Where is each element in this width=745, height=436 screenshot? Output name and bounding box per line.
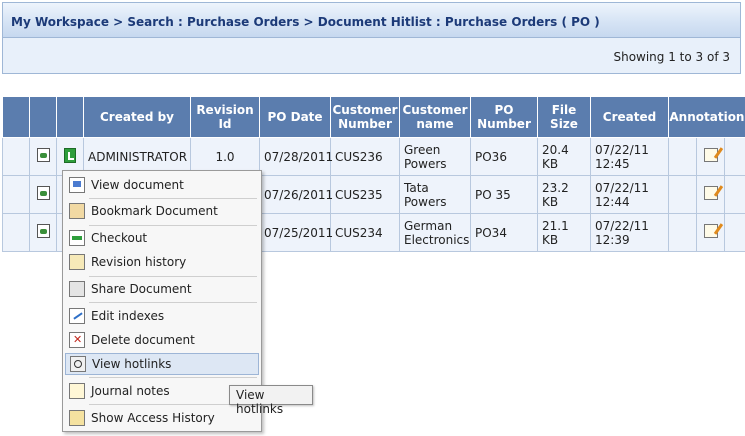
menu-item-share-document[interactable]: Share Document [65,278,259,300]
menu-item-checkout[interactable]: Checkout [65,227,259,249]
hotlinks-tooltip: View hotlinks [229,385,313,416]
menu-item-view-document[interactable]: View document [65,174,259,196]
menu-item-edit-indexes[interactable]: Edit indexes [65,305,259,327]
annotation-blank-cell [723,213,745,252]
share-icon [69,281,85,297]
menu-item-label: View hotlinks [92,357,172,371]
header-revision-id[interactable]: Revision Id [190,96,260,138]
hotlinks-icon [70,356,86,372]
cell-po-number: PO36 [470,137,538,176]
cell-created: 07/22/11 12:39 [590,213,669,252]
cell-po-number: PO34 [470,213,538,252]
menu-item-label: Share Document [91,282,192,296]
cell-customer-name: Green Powers [399,137,471,176]
cell-created: 07/22/11 12:44 [590,175,669,214]
cell-po-date: 07/28/2011 [259,137,333,176]
row-select-cell [2,175,30,214]
cell-po-number: PO 35 [470,175,538,214]
checkout-icon [69,230,85,246]
menu-separator [89,198,257,199]
header-blank-3 [56,96,84,138]
annotation-blank-cell [723,175,745,214]
revision-history-icon [69,254,85,270]
menu-item-label: Journal notes [91,384,170,398]
menu-item-label: Show Access History [91,411,215,425]
view-document-icon[interactable] [36,186,50,200]
cell-created: 07/22/11 12:45 [590,137,669,176]
header-created[interactable]: Created [590,96,669,138]
cell-customer-name: Tata Powers [399,175,471,214]
menu-item-label: Bookmark Document [91,204,218,218]
menu-separator [89,225,257,226]
header-po-date[interactable]: PO Date [259,96,331,138]
cell-file-size: 23.2 KB [537,175,591,214]
cell-customer-name: German Electronics [399,213,471,252]
row-select-cell [2,137,30,176]
annotation-blank-cell [668,175,697,214]
annotation-blank-cell [668,137,697,176]
menu-item-revision-history[interactable]: Revision history [65,251,259,273]
menu-item-label: Edit indexes [91,309,165,323]
annotation-cell[interactable] [696,213,725,252]
journal-notes-icon [69,383,85,399]
cell-file-size: 21.1 KB [537,213,591,252]
header-created-by[interactable]: Created by [83,96,191,138]
annotation-cell[interactable] [696,137,725,176]
annotation-note-icon[interactable] [703,148,718,162]
breadcrumb[interactable]: My Workspace > Search : Purchase Orders … [2,2,741,38]
view-document-icon [69,177,85,193]
menu-item-label: Checkout [91,231,148,245]
row-view-cell[interactable] [29,137,57,176]
document-actions-icon[interactable] [64,147,76,163]
annotation-blank-cell [668,213,697,252]
annotation-note-icon[interactable] [703,186,718,200]
row-view-cell[interactable] [29,213,57,252]
header-blank-1 [2,96,30,138]
cell-customer-number: CUS234 [330,213,400,252]
cell-po-date: 07/26/2011 [259,175,333,214]
view-document-icon[interactable] [36,224,50,238]
menu-item-delete-document[interactable]: Delete document [65,329,259,351]
header-customer-number[interactable]: Customer Number [330,96,400,138]
header-file-size[interactable]: File Size [537,96,591,138]
menu-separator [89,276,257,277]
cell-customer-number: CUS236 [330,137,400,176]
access-history-icon [69,410,85,426]
annotation-blank-cell [723,137,745,176]
header-po-number[interactable]: PO Number [470,96,538,138]
annotation-cell[interactable] [696,175,725,214]
cell-po-date: 07/25/2011 [259,213,333,252]
table-header-row: Created by Revision Id PO Date Customer … [2,96,745,138]
menu-item-label: Delete document [91,333,195,347]
view-document-icon[interactable] [36,148,50,162]
annotation-note-icon[interactable] [703,224,718,238]
menu-item-show-access-history[interactable]: Show Access History [65,407,259,429]
row-view-cell[interactable] [29,175,57,214]
menu-item-bookmark-document[interactable]: Bookmark Document [65,200,259,222]
bookmark-icon [69,203,85,219]
menu-separator [89,377,257,378]
menu-item-view-hotlinks[interactable]: View hotlinks [65,353,259,375]
header-annotations: Annotations [667,96,745,138]
results-count: Showing 1 to 3 of 3 [2,38,741,74]
cell-customer-number: CUS235 [330,175,400,214]
edit-indexes-icon [69,308,85,324]
row-select-cell [2,213,30,252]
cell-file-size: 20.4 KB [537,137,591,176]
header-customer-name[interactable]: Customer name [399,96,471,138]
menu-item-label: Revision history [91,255,187,269]
menu-item-label: View document [91,178,184,192]
header-blank-2 [29,96,57,138]
menu-separator [89,302,257,303]
delete-icon [69,332,85,348]
